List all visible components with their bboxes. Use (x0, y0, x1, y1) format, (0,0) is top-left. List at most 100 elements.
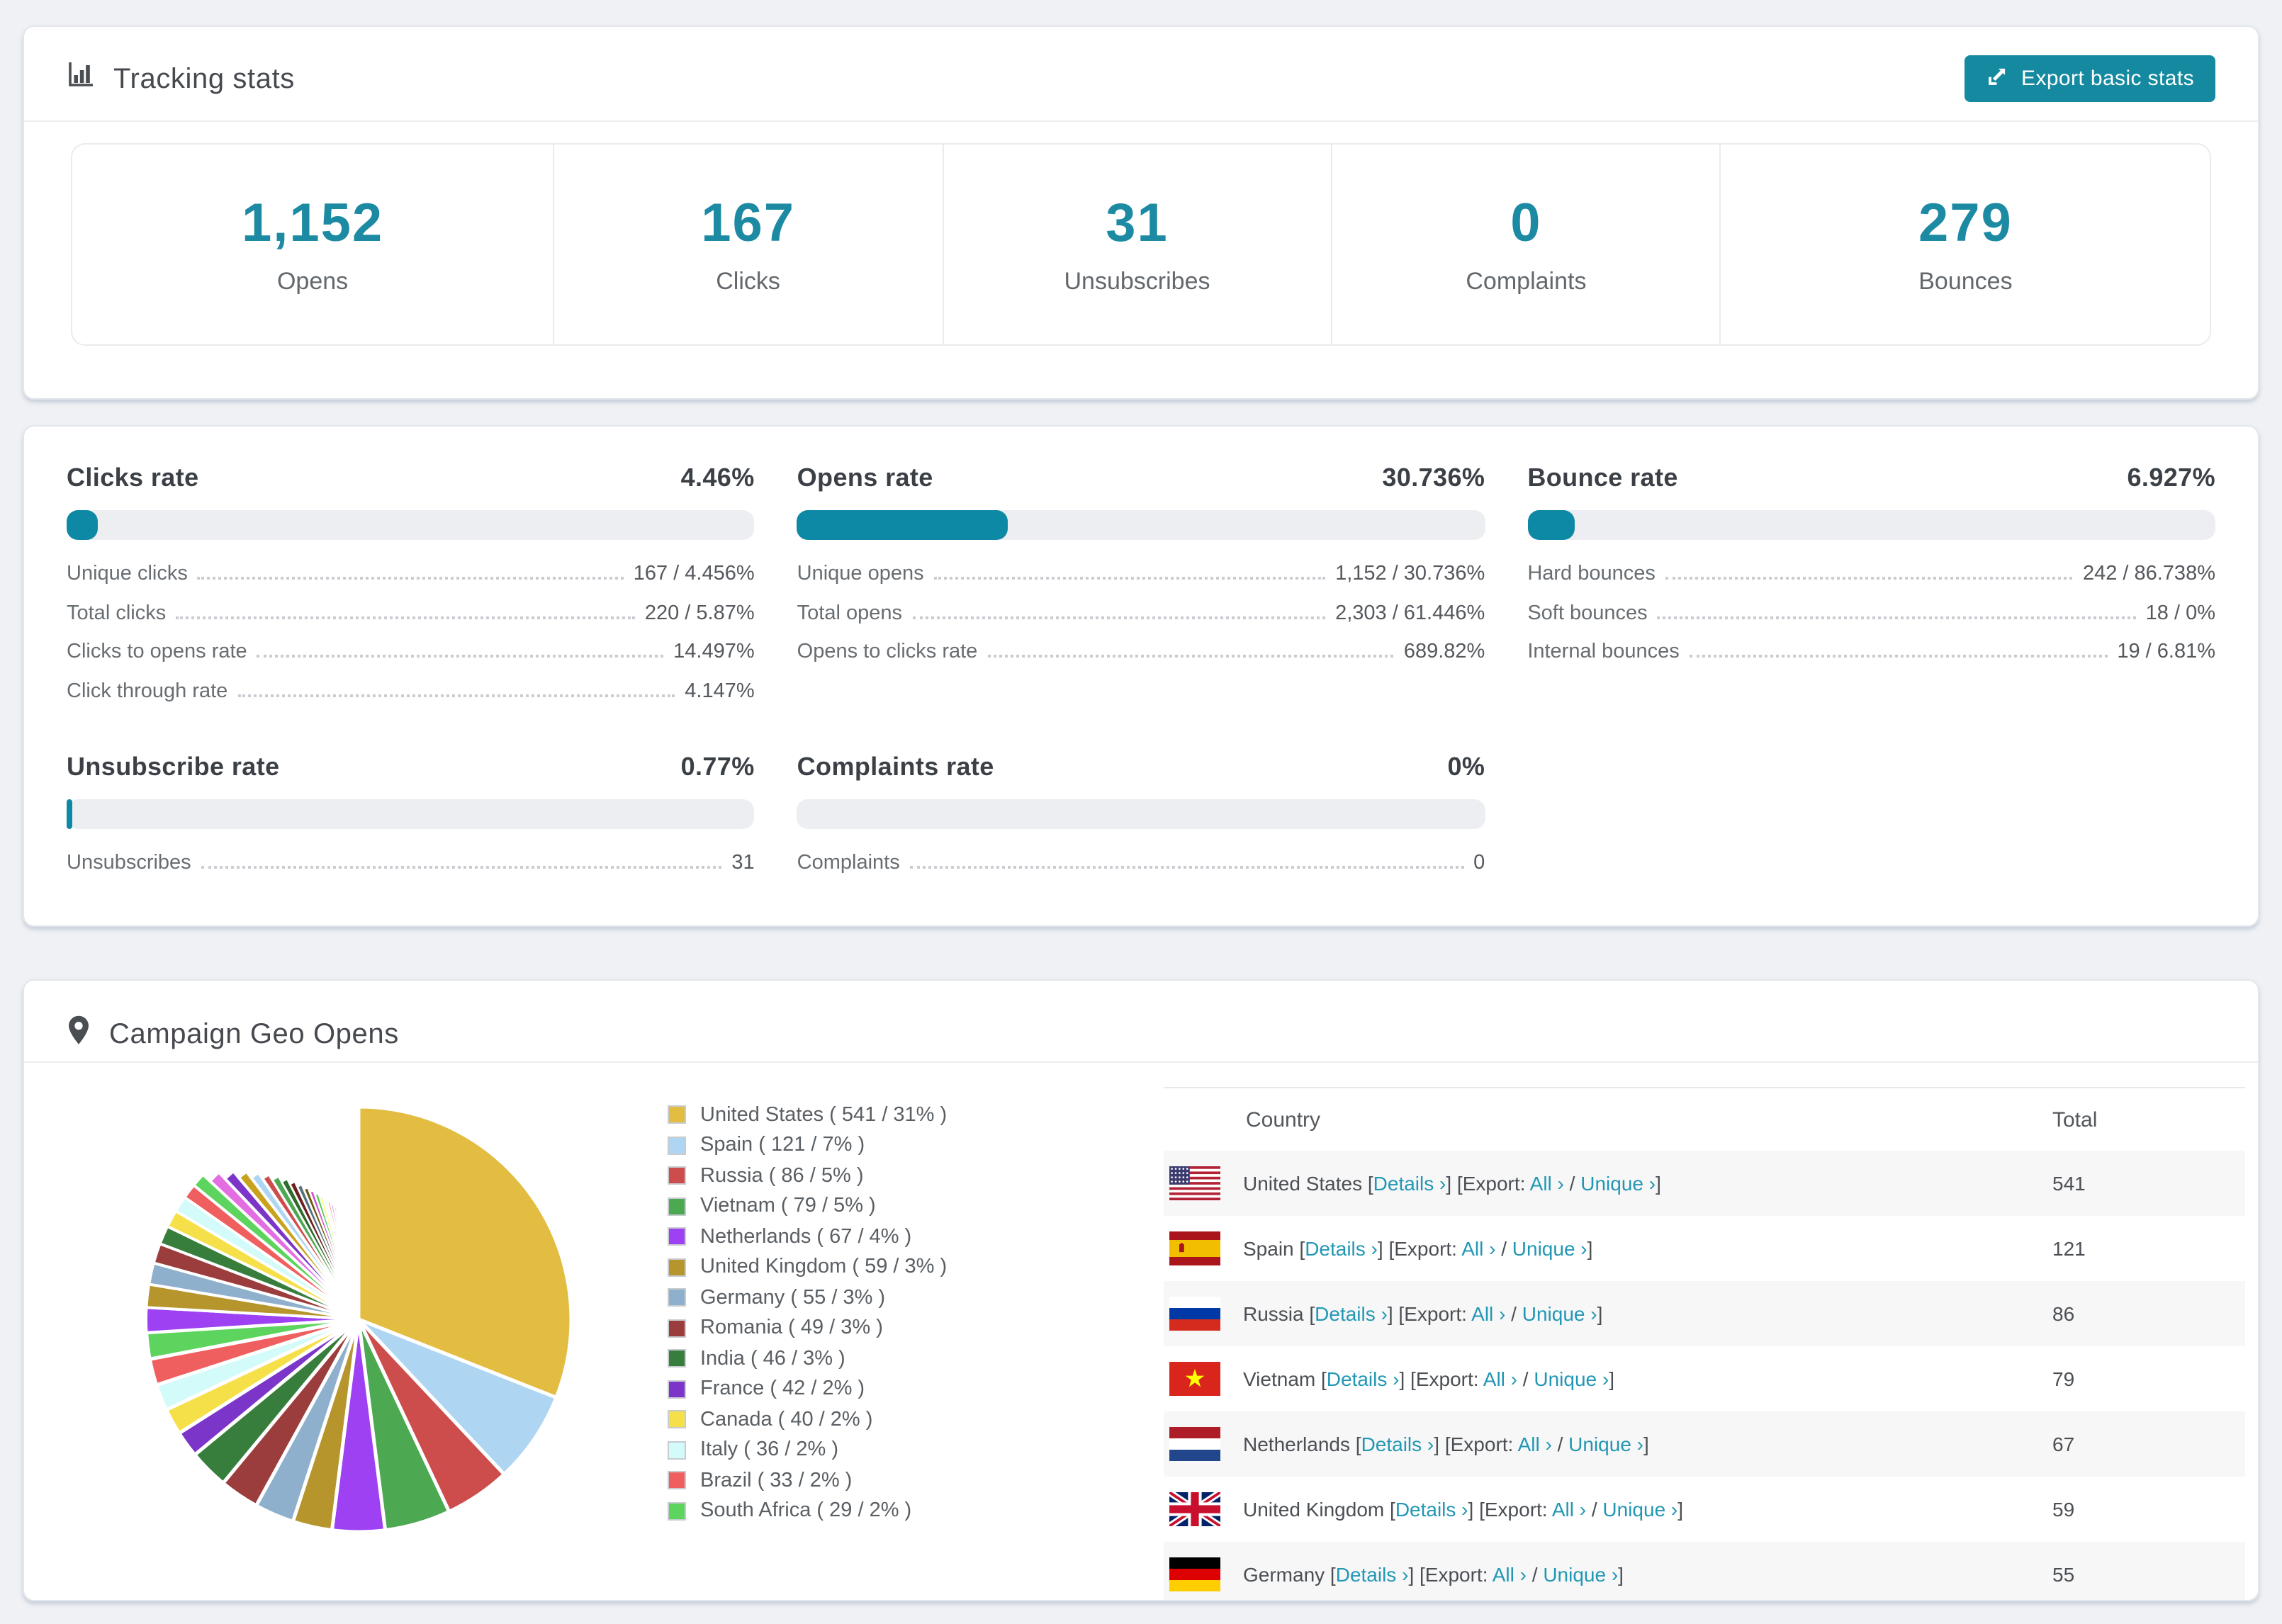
stat-row: Soft bounces 18 / 0% (1527, 602, 2215, 641)
summary-value: 279 (1918, 193, 2013, 253)
summary-value: 31 (1106, 193, 1169, 253)
export-unique-link[interactable]: Unique › (1602, 1498, 1677, 1521)
stat-row: Opens to clicks rate 689.82% (797, 641, 1485, 680)
stat-value: 19 / 6.81% (2117, 641, 2215, 663)
export-all-link[interactable]: All › (1483, 1368, 1517, 1390)
stat-value: 220 / 5.87% (644, 602, 755, 624)
geo-table-row: Russia [Details ›] [Export: All › / Uniq… (1164, 1281, 2245, 1346)
stat-value: 2,303 / 61.446% (1335, 602, 1485, 624)
summary-value: 167 (701, 193, 795, 253)
export-unique-link[interactable]: Unique › (1568, 1433, 1643, 1455)
rate-section-unsubscribe-rate: Unsubscribe rate 0.77% Unsubscribes 31 (67, 752, 755, 891)
export-all-link[interactable]: All › (1552, 1498, 1586, 1521)
details-link[interactable]: Details › (1395, 1498, 1468, 1521)
flag-icon-nl (1169, 1427, 1220, 1461)
details-link[interactable]: Details › (1361, 1433, 1434, 1455)
dotted-leader (912, 616, 1326, 619)
rate-section-clicks-rate: Clicks rate 4.46% Unique clicks 167 / 4.456… (67, 463, 755, 718)
legend-label: Romania ( 49 / 3% ) (700, 1316, 883, 1340)
stat-row: Total opens 2,303 / 61.446% (797, 602, 1485, 641)
country-cell-text: United States [Details ›] [Export: All ›… (1243, 1172, 1661, 1195)
progress-fill (1527, 510, 1575, 540)
legend-label: Brazil ( 33 / 2% ) (700, 1469, 853, 1492)
export-basic-stats-button[interactable]: Export basic stats (1965, 55, 2215, 102)
rate-value: 30.736% (1382, 463, 1485, 492)
total-cell: 59 (2052, 1498, 2075, 1521)
legend-label: Spain ( 121 / 7% ) (700, 1134, 865, 1157)
stat-row: Internal bounces 19 / 6.81% (1527, 641, 2215, 680)
stat-label: Clicks to opens rate (67, 641, 247, 663)
legend-item: United States ( 541 / 31% ) (668, 1100, 947, 1130)
export-all-link[interactable]: All › (1471, 1302, 1505, 1325)
legend-label: France ( 42 / 2% ) (700, 1377, 865, 1401)
total-cell: 541 (2052, 1172, 2086, 1195)
legend-label: Italy ( 36 / 2% ) (700, 1438, 839, 1462)
export-unique-link[interactable]: Unique › (1522, 1302, 1597, 1325)
tracking-stats-card: Tracking stats Export basic stats 1,152 O… (23, 26, 2259, 400)
progress-bar (1527, 510, 2215, 540)
details-link[interactable]: Details › (1336, 1563, 1409, 1586)
dotted-leader (197, 577, 624, 580)
legend-label: United States ( 541 / 31% ) (700, 1103, 948, 1127)
summary-label: Clicks (716, 267, 780, 294)
export-all-link[interactable]: All › (1493, 1563, 1527, 1586)
stat-label: Complaints (797, 852, 900, 874)
legend-swatch (668, 1501, 686, 1521)
legend-label: Germany ( 55 / 3% ) (700, 1286, 886, 1309)
country-cell-text: Russia [Details ›] [Export: All › / Uniq… (1243, 1302, 1603, 1325)
export-all-link[interactable]: All › (1530, 1172, 1564, 1195)
rates-grid: Clicks rate 4.46% Unique clicks 167 / 4.456… (67, 463, 2215, 891)
legend-swatch (668, 1197, 686, 1216)
legend-item: South Africa ( 29 / 2% ) (668, 1496, 947, 1526)
details-link[interactable]: Details › (1373, 1172, 1446, 1195)
bar-chart-icon (67, 61, 95, 98)
geo-table-row: Germany [Details ›] [Export: All › / Uni… (1164, 1542, 2245, 1600)
table-header-row: Country Total (1164, 1087, 2245, 1151)
legend-label: South Africa ( 29 / 2% ) (700, 1499, 912, 1523)
stat-label: Total clicks (67, 602, 167, 624)
stat-label: Soft bounces (1527, 602, 1648, 624)
stat-value: 4.147% (685, 680, 755, 702)
legend-item: Russia ( 86 / 5% ) (668, 1161, 947, 1191)
legend-item: France ( 42 / 2% ) (668, 1374, 947, 1404)
details-link[interactable]: Details › (1327, 1368, 1400, 1390)
stat-value: 31 (731, 852, 755, 874)
dotted-leader (909, 866, 1464, 869)
total-cell: 67 (2052, 1433, 2075, 1455)
stat-row: Clicks to opens rate 14.497% (67, 641, 755, 680)
export-unique-link[interactable]: Unique › (1512, 1237, 1587, 1260)
flag-icon-ru (1169, 1297, 1220, 1331)
rate-section-bounce-rate: Bounce rate 6.927% Hard bounces 242 / 86.73… (1527, 463, 2215, 718)
flag-icon-vn (1169, 1362, 1220, 1396)
stat-label: Unsubscribes (67, 852, 191, 874)
flag-icon-gb (1169, 1492, 1220, 1526)
summary-label: Opens (276, 267, 349, 294)
legend-label: Netherlands ( 67 / 4% ) (700, 1225, 912, 1248)
page-title: Tracking stats (113, 63, 295, 94)
legend-swatch (668, 1227, 686, 1246)
stat-value: 689.82% (1403, 641, 1485, 663)
stat-row: Hard bounces 242 / 86.738% (1527, 563, 2215, 602)
legend-item: Brazil ( 33 / 2% ) (668, 1465, 947, 1496)
progress-fill (67, 510, 98, 540)
stat-value: 167 / 4.456% (633, 563, 755, 585)
summary-box-clicks: 167 Clicks (554, 145, 944, 344)
summary-label: Bounces (1918, 267, 2013, 294)
total-cell: 55 (2052, 1563, 2075, 1586)
export-unique-link[interactable]: Unique › (1580, 1172, 1656, 1195)
export-all-link[interactable]: All › (1461, 1237, 1495, 1260)
geo-table-row: Netherlands [Details ›] [Export: All › /… (1164, 1411, 2245, 1477)
summary-box-bounces: 279 Bounces (1721, 145, 2210, 344)
progress-bar (797, 799, 1485, 829)
details-link[interactable]: Details › (1305, 1237, 1378, 1260)
dotted-leader (257, 655, 664, 658)
export-unique-link[interactable]: Unique › (1534, 1368, 1609, 1390)
pie-legend: United States ( 541 / 31% ) Spain ( 121 /… (668, 1100, 947, 1526)
export-all-link[interactable]: All › (1518, 1433, 1552, 1455)
export-unique-link[interactable]: Unique › (1543, 1563, 1618, 1586)
legend-swatch (668, 1166, 686, 1185)
dotted-leader (987, 655, 1394, 658)
legend-swatch (668, 1105, 686, 1124)
details-link[interactable]: Details › (1315, 1302, 1388, 1325)
summary-label: Complaints (1466, 267, 1587, 294)
